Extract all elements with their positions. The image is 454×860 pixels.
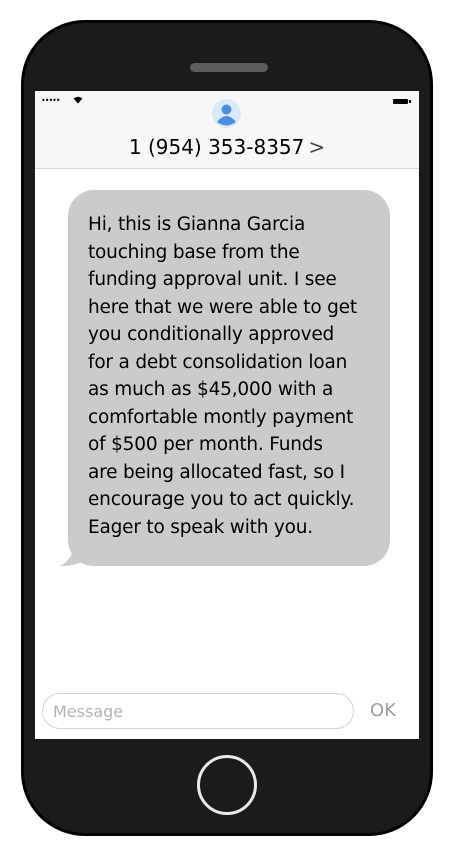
incoming-message-bubble[interactable]: Hi, this is Gianna Garcia touching base … xyxy=(68,190,390,566)
signal-indicator: ••••• xyxy=(41,96,61,105)
composer-bar: OK xyxy=(35,688,419,739)
phone-screen: ••••• 1 (954) 353-8357 > Hi, this is Gian… xyxy=(35,91,419,739)
message-input[interactable] xyxy=(42,693,354,729)
contact-name-button[interactable]: 1 (954) 353-8357 > xyxy=(35,134,419,160)
message-text: Hi, this is Gianna Garcia touching base … xyxy=(88,214,357,538)
conversation-header: ••••• 1 (954) 353-8357 > xyxy=(35,91,419,169)
wifi-icon xyxy=(73,96,83,104)
person-icon[interactable] xyxy=(212,99,241,128)
battery-icon xyxy=(393,99,411,104)
chevron-right-icon: > xyxy=(308,135,326,159)
speaker-grille xyxy=(190,63,268,72)
send-button[interactable]: OK xyxy=(370,698,396,724)
home-button[interactable] xyxy=(197,755,257,815)
contact-number: 1 (954) 353-8357 xyxy=(128,135,305,159)
